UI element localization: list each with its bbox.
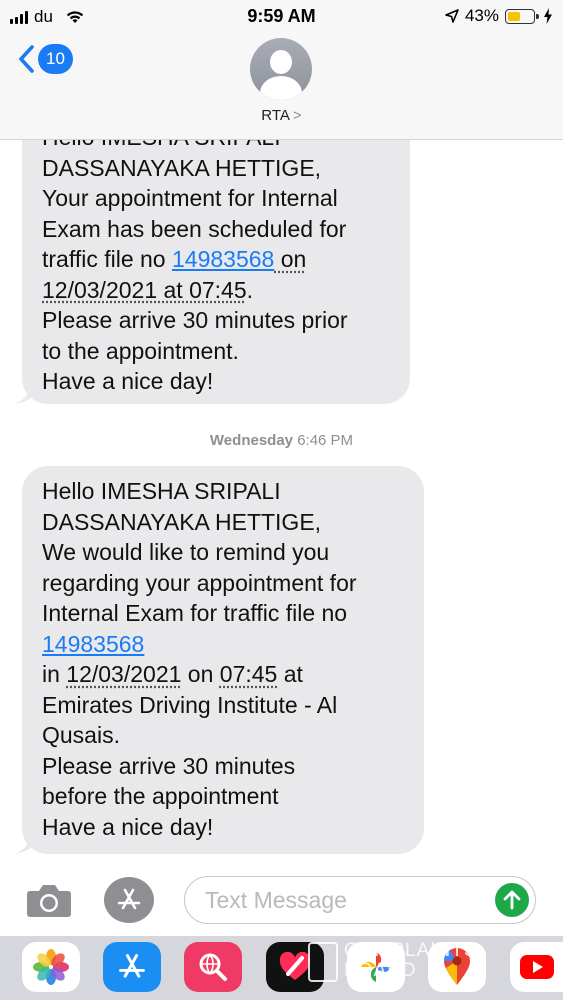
message-line: Have a nice day! bbox=[42, 813, 214, 840]
battery-fill bbox=[508, 11, 521, 21]
bubble-tail bbox=[14, 382, 40, 404]
battery-icon bbox=[505, 8, 539, 24]
message-input[interactable] bbox=[205, 885, 475, 915]
web-search-app[interactable] bbox=[184, 942, 242, 992]
message-text: at bbox=[277, 661, 303, 687]
date-time-link[interactable]: 12/03/2021 at 07:45 bbox=[42, 277, 247, 303]
compose-bar bbox=[0, 864, 563, 936]
camera-icon[interactable] bbox=[26, 882, 72, 918]
message-line: traffic file no 14983568 on bbox=[42, 244, 390, 275]
message-line: DASSANAYAKA HETTIGE, bbox=[42, 154, 322, 181]
contact-name-button[interactable]: RTA > bbox=[0, 107, 563, 124]
message-bubble[interactable]: Hello IMESHA SRIPALI DASSANAYAKA HETTIGE… bbox=[14, 466, 424, 854]
date-link[interactable]: on bbox=[274, 246, 307, 272]
avatar-body bbox=[260, 76, 302, 100]
unread-count-badge: 10 bbox=[38, 44, 73, 74]
message-line: Internal Exam for traffic file no bbox=[42, 600, 348, 626]
message-line: Please arrive 30 minutes prior bbox=[42, 307, 348, 333]
battery-percent: 43% bbox=[464, 6, 499, 25]
photos-app[interactable] bbox=[22, 942, 80, 992]
message-line: to the appointment. bbox=[42, 337, 239, 364]
status-bar: du 9:59 AM 43% bbox=[0, 0, 563, 34]
message-line: 14983568 bbox=[42, 629, 404, 660]
message-timestamp: Wednesday 6:46 PM bbox=[0, 432, 563, 449]
message-line: Hello IMESHA SRIPALI bbox=[42, 140, 390, 153]
message-line: Please arrive 30 minutes bbox=[42, 752, 296, 779]
timestamp-time: 6:46 PM bbox=[297, 432, 354, 449]
charging-bolt-icon bbox=[544, 8, 552, 24]
timestamp-day: Wednesday bbox=[209, 432, 294, 449]
message-text-field[interactable] bbox=[184, 876, 536, 924]
chevron-right-icon: > bbox=[292, 107, 302, 124]
arrow-up-icon bbox=[503, 890, 521, 910]
contact-avatar[interactable] bbox=[250, 38, 312, 100]
message-line: Your appointment for Internal bbox=[42, 185, 338, 211]
message-line: DASSANAYAKA HETTIGE, bbox=[42, 508, 322, 535]
message-text: . bbox=[246, 276, 254, 303]
chevron-left-icon bbox=[19, 45, 34, 73]
app-store-icon bbox=[117, 888, 141, 910]
app-store-button[interactable] bbox=[104, 877, 154, 923]
message-line: Have a nice day! bbox=[42, 368, 214, 394]
traffic-file-link[interactable]: 14983568 bbox=[172, 246, 274, 272]
message-text: in bbox=[42, 661, 67, 687]
message-line: Hello IMESHA SRIPALI bbox=[42, 478, 281, 504]
contact-name: RTA bbox=[261, 107, 290, 124]
photos-icon bbox=[33, 949, 69, 985]
web-search-icon bbox=[199, 953, 227, 981]
message-line: in 12/03/2021 on 07:45 at bbox=[42, 659, 404, 690]
message-line: Qusais. bbox=[42, 722, 120, 748]
send-button[interactable] bbox=[495, 883, 529, 917]
location-arrow-icon bbox=[445, 9, 459, 23]
message-bubble[interactable]: Hello IMESHA SRIPALI DASSANAYAKA HETTIGE… bbox=[14, 140, 410, 404]
conversation-transcript[interactable]: Hello IMESHA SRIPALI DASSANAYAKA HETTIGE… bbox=[0, 140, 563, 864]
avatar-head bbox=[270, 50, 292, 74]
message-line: We would like to remind you bbox=[42, 539, 330, 565]
date-link[interactable]: 12/03/2021 bbox=[66, 661, 181, 687]
message-line: Emirates Driving Institute - Al bbox=[42, 691, 338, 718]
message-text: on bbox=[181, 661, 220, 687]
message-line: before the appointment bbox=[42, 783, 279, 809]
message-text: traffic file no bbox=[42, 246, 172, 272]
message-line: Exam has been scheduled for bbox=[42, 215, 347, 242]
message-line: 12/03/2021 at 07:45. bbox=[42, 275, 390, 306]
back-button[interactable]: 10 bbox=[18, 44, 73, 74]
watermark-logo: COMPLAINTS BOARD bbox=[304, 938, 544, 994]
app-store-app[interactable] bbox=[103, 942, 161, 992]
time-link[interactable]: 07:45 bbox=[220, 661, 278, 687]
traffic-file-link[interactable]: 14983568 bbox=[42, 631, 144, 657]
bubble-tail bbox=[14, 832, 40, 854]
watermark-line-2: BOARD bbox=[344, 960, 417, 981]
app-store-icon bbox=[119, 954, 145, 978]
message-line: regarding your appointment for bbox=[42, 569, 357, 596]
status-right: 43% bbox=[445, 6, 553, 26]
watermark-line-1: COMPLAINTS bbox=[344, 940, 478, 961]
watermark-icon bbox=[308, 942, 338, 982]
conversation-header: 10 RTA > bbox=[0, 34, 563, 140]
